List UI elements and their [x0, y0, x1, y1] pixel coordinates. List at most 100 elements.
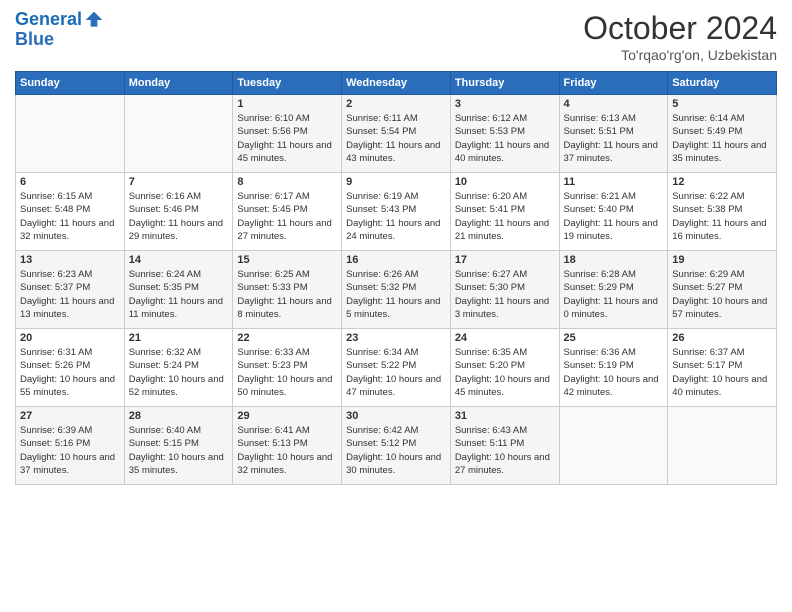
daylight: Daylight: 10 hours and 55 minutes. — [20, 374, 115, 398]
sunset: Sunset: 5:40 PM — [564, 204, 634, 215]
day-number: 2 — [346, 98, 446, 110]
sunset: Sunset: 5:29 PM — [564, 282, 634, 293]
daylight: Daylight: 11 hours and 3 minutes. — [455, 296, 549, 320]
sunrise: Sunrise: 6:14 AM — [672, 113, 744, 124]
logo-icon — [84, 10, 104, 30]
cell-3-6: 26 Sunrise: 6:37 AM Sunset: 5:17 PM Dayl… — [668, 329, 777, 407]
header-row: Sunday Monday Tuesday Wednesday Thursday… — [16, 72, 777, 95]
sunrise: Sunrise: 6:15 AM — [20, 191, 92, 202]
sunrise: Sunrise: 6:28 AM — [564, 269, 636, 280]
daylight: Daylight: 10 hours and 47 minutes. — [346, 374, 441, 398]
daylight: Daylight: 11 hours and 43 minutes. — [346, 140, 440, 164]
sunrise: Sunrise: 6:29 AM — [672, 269, 744, 280]
sunset: Sunset: 5:13 PM — [237, 438, 307, 449]
daylight: Daylight: 10 hours and 42 minutes. — [564, 374, 659, 398]
cell-0-1 — [124, 95, 233, 173]
day-number: 4 — [564, 98, 664, 110]
header-tuesday: Tuesday — [233, 72, 342, 95]
day-number: 13 — [20, 254, 120, 266]
daylight: Daylight: 10 hours and 35 minutes. — [129, 452, 224, 476]
sunset: Sunset: 5:35 PM — [129, 282, 199, 293]
day-number: 29 — [237, 410, 337, 422]
cell-1-6: 12 Sunrise: 6:22 AM Sunset: 5:38 PM Dayl… — [668, 173, 777, 251]
day-number: 20 — [20, 332, 120, 344]
sunrise: Sunrise: 6:37 AM — [672, 347, 744, 358]
sunrise: Sunrise: 6:40 AM — [129, 425, 201, 436]
sunset: Sunset: 5:56 PM — [237, 126, 307, 137]
daylight: Daylight: 11 hours and 8 minutes. — [237, 296, 331, 320]
sunset: Sunset: 5:33 PM — [237, 282, 307, 293]
day-number: 12 — [672, 176, 772, 188]
sunrise: Sunrise: 6:42 AM — [346, 425, 418, 436]
sunset: Sunset: 5:48 PM — [20, 204, 90, 215]
cell-2-0: 13 Sunrise: 6:23 AM Sunset: 5:37 PM Dayl… — [16, 251, 125, 329]
day-number: 8 — [237, 176, 337, 188]
sunset: Sunset: 5:19 PM — [564, 360, 634, 371]
sunrise: Sunrise: 6:35 AM — [455, 347, 527, 358]
sunset: Sunset: 5:54 PM — [346, 126, 416, 137]
day-number: 30 — [346, 410, 446, 422]
daylight: Daylight: 11 hours and 16 minutes. — [672, 218, 766, 242]
header-saturday: Saturday — [668, 72, 777, 95]
sunset: Sunset: 5:16 PM — [20, 438, 90, 449]
sunset: Sunset: 5:22 PM — [346, 360, 416, 371]
daylight: Daylight: 11 hours and 19 minutes. — [564, 218, 658, 242]
sunrise: Sunrise: 6:31 AM — [20, 347, 92, 358]
daylight: Daylight: 11 hours and 24 minutes. — [346, 218, 440, 242]
calendar-table: Sunday Monday Tuesday Wednesday Thursday… — [15, 71, 777, 485]
daylight: Daylight: 11 hours and 37 minutes. — [564, 140, 658, 164]
cell-2-4: 17 Sunrise: 6:27 AM Sunset: 5:30 PM Dayl… — [450, 251, 559, 329]
daylight: Daylight: 10 hours and 52 minutes. — [129, 374, 224, 398]
day-number: 27 — [20, 410, 120, 422]
sunrise: Sunrise: 6:39 AM — [20, 425, 92, 436]
logo-text2: Blue — [15, 30, 104, 50]
cell-4-4: 31 Sunrise: 6:43 AM Sunset: 5:11 PM Dayl… — [450, 407, 559, 485]
cell-1-3: 9 Sunrise: 6:19 AM Sunset: 5:43 PM Dayli… — [342, 173, 451, 251]
sunrise: Sunrise: 6:23 AM — [20, 269, 92, 280]
day-number: 14 — [129, 254, 229, 266]
cell-4-3: 30 Sunrise: 6:42 AM Sunset: 5:12 PM Dayl… — [342, 407, 451, 485]
sunrise: Sunrise: 6:12 AM — [455, 113, 527, 124]
sunset: Sunset: 5:12 PM — [346, 438, 416, 449]
sunset: Sunset: 5:38 PM — [672, 204, 742, 215]
sunrise: Sunrise: 6:43 AM — [455, 425, 527, 436]
sunset: Sunset: 5:43 PM — [346, 204, 416, 215]
header-sunday: Sunday — [16, 72, 125, 95]
cell-2-1: 14 Sunrise: 6:24 AM Sunset: 5:35 PM Dayl… — [124, 251, 233, 329]
cell-2-3: 16 Sunrise: 6:26 AM Sunset: 5:32 PM Dayl… — [342, 251, 451, 329]
logo: General Blue — [15, 10, 104, 50]
week-row-4: 27 Sunrise: 6:39 AM Sunset: 5:16 PM Dayl… — [16, 407, 777, 485]
cell-4-2: 29 Sunrise: 6:41 AM Sunset: 5:13 PM Dayl… — [233, 407, 342, 485]
day-number: 3 — [455, 98, 555, 110]
sunset: Sunset: 5:15 PM — [129, 438, 199, 449]
sunrise: Sunrise: 6:21 AM — [564, 191, 636, 202]
cell-0-5: 4 Sunrise: 6:13 AM Sunset: 5:51 PM Dayli… — [559, 95, 668, 173]
cell-3-1: 21 Sunrise: 6:32 AM Sunset: 5:24 PM Dayl… — [124, 329, 233, 407]
cell-3-3: 23 Sunrise: 6:34 AM Sunset: 5:22 PM Dayl… — [342, 329, 451, 407]
sunset: Sunset: 5:30 PM — [455, 282, 525, 293]
daylight: Daylight: 11 hours and 11 minutes. — [129, 296, 223, 320]
cell-3-4: 24 Sunrise: 6:35 AM Sunset: 5:20 PM Dayl… — [450, 329, 559, 407]
sunset: Sunset: 5:27 PM — [672, 282, 742, 293]
sunset: Sunset: 5:49 PM — [672, 126, 742, 137]
sunset: Sunset: 5:20 PM — [455, 360, 525, 371]
cell-3-0: 20 Sunrise: 6:31 AM Sunset: 5:26 PM Dayl… — [16, 329, 125, 407]
header-wednesday: Wednesday — [342, 72, 451, 95]
sunset: Sunset: 5:53 PM — [455, 126, 525, 137]
cell-4-6 — [668, 407, 777, 485]
cell-0-0 — [16, 95, 125, 173]
day-number: 16 — [346, 254, 446, 266]
cell-1-5: 11 Sunrise: 6:21 AM Sunset: 5:40 PM Dayl… — [559, 173, 668, 251]
day-number: 25 — [564, 332, 664, 344]
daylight: Daylight: 11 hours and 13 minutes. — [20, 296, 114, 320]
logo-text: General — [15, 10, 82, 30]
day-number: 31 — [455, 410, 555, 422]
cell-4-1: 28 Sunrise: 6:40 AM Sunset: 5:15 PM Dayl… — [124, 407, 233, 485]
daylight: Daylight: 11 hours and 40 minutes. — [455, 140, 549, 164]
sunrise: Sunrise: 6:24 AM — [129, 269, 201, 280]
day-number: 6 — [20, 176, 120, 188]
daylight: Daylight: 10 hours and 57 minutes. — [672, 296, 767, 320]
day-number: 5 — [672, 98, 772, 110]
daylight: Daylight: 11 hours and 0 minutes. — [564, 296, 658, 320]
day-number: 10 — [455, 176, 555, 188]
